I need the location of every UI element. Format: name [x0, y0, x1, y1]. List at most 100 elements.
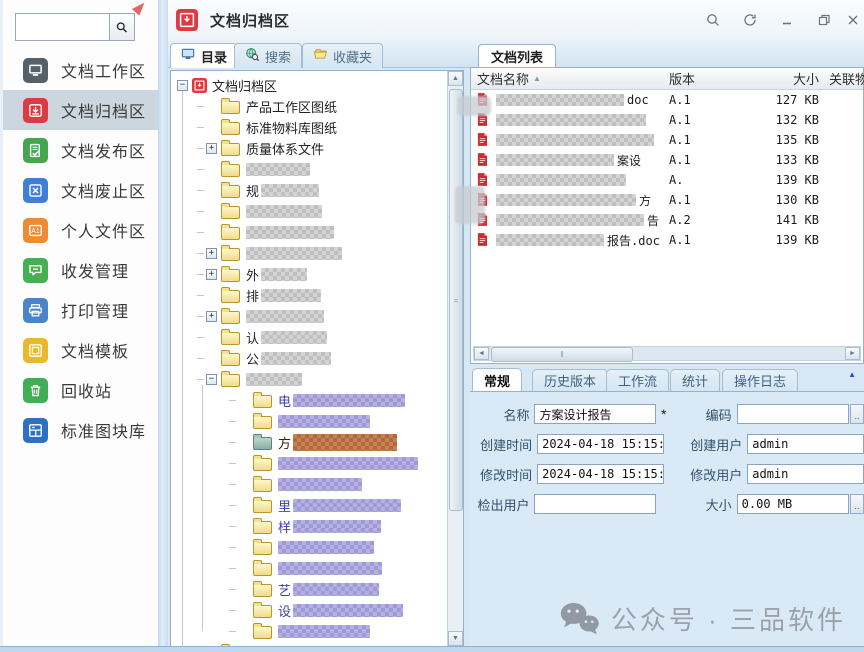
modified_user-input[interactable]: admin: [747, 464, 864, 484]
sidebar-item-template[interactable]: 文档模板: [3, 330, 161, 370]
sidebar-search-input[interactable]: [15, 13, 109, 41]
tree-node[interactable]: [171, 474, 447, 495]
table-row[interactable]: A.139 KB: [471, 170, 863, 190]
tree-expander-minus-icon[interactable]: −: [177, 80, 188, 91]
tree-node[interactable]: 排: [171, 285, 447, 306]
created_user-input[interactable]: admin: [747, 434, 864, 454]
list-horizontal-scrollbar[interactable]: ◄ ‖ ►: [473, 346, 861, 361]
tree-node-selected[interactable]: 方: [171, 432, 447, 453]
code-input[interactable]: [737, 404, 849, 424]
sidebar-item-sendrecv[interactable]: 收发管理: [3, 250, 161, 290]
details-tab-历史版本[interactable]: 历史版本: [532, 369, 608, 391]
window-divider: [158, 0, 168, 652]
tree-node[interactable]: +: [171, 306, 447, 327]
close-button[interactable]: [842, 6, 864, 34]
table-row[interactable]: 告A.2141 KB: [471, 210, 863, 230]
sidebar-item-archive[interactable]: 文档归档区: [3, 90, 161, 130]
tree-node[interactable]: +: [171, 243, 447, 264]
tab-search[interactable]: 搜索: [234, 43, 302, 68]
scrollbar-thumb[interactable]: ‖: [491, 347, 633, 362]
document-icon: [477, 133, 489, 147]
tree-node[interactable]: [171, 411, 447, 432]
tree-expander-plus-icon[interactable]: +: [206, 248, 217, 259]
sidebar-item-publish[interactable]: 文档发布区: [3, 130, 161, 170]
tree-node-label: 质量体系文件: [246, 139, 324, 158]
doc-size: 139 KB: [733, 173, 819, 187]
restore-button[interactable]: [805, 6, 842, 34]
table-row[interactable]: 报告.docA.1139 KB: [471, 230, 863, 250]
created_time-input[interactable]: 2024-04-18 15:15:14: [537, 434, 663, 454]
more-button[interactable]: ..: [850, 404, 864, 424]
tree-node-label: 里: [278, 496, 291, 515]
column-header-version[interactable]: 版本: [669, 69, 733, 88]
table-row[interactable]: A.1132 KB: [471, 110, 863, 130]
window-search-button[interactable]: [694, 6, 731, 34]
table-row[interactable]: 方A.1130 KB: [471, 190, 863, 210]
sidebar-search-button[interactable]: [109, 13, 135, 41]
details-tab-操作日志[interactable]: 操作日志: [722, 369, 798, 391]
scroll-down-button[interactable]: ▼: [448, 631, 463, 646]
tree-node[interactable]: 产品工作区图纸: [171, 96, 447, 117]
tree-node[interactable]: 里: [171, 495, 447, 516]
name-input[interactable]: 方案设计报告: [534, 404, 656, 424]
size-input[interactable]: 0.00 MB: [737, 494, 849, 514]
details-tab-常规[interactable]: 常规: [472, 368, 522, 391]
column-header-name[interactable]: 文档名称 ▲: [477, 69, 669, 88]
tree-expander-plus-icon[interactable]: +: [206, 143, 217, 154]
tree-node[interactable]: 公: [171, 348, 447, 369]
sidebar-item-revoke[interactable]: 文档废止区: [3, 170, 161, 210]
tree-node[interactable]: [171, 222, 447, 243]
tab-favorites[interactable]: 收藏夹: [302, 43, 383, 68]
tree-expander-plus-icon[interactable]: +: [206, 311, 217, 322]
tree-node[interactable]: [171, 537, 447, 558]
toolbar: 目录搜索收藏夹 文档列表: [168, 40, 864, 68]
details-tab-统计[interactable]: 统计: [670, 369, 720, 391]
folder-icon: [253, 521, 272, 534]
tree-node[interactable]: −: [171, 369, 447, 390]
more-button[interactable]: ..: [850, 494, 864, 514]
tree-node[interactable]: +外: [171, 264, 447, 285]
sidebar-item-personal[interactable]: A1个人文件区: [3, 210, 161, 250]
scroll-up-button[interactable]: ▲: [448, 71, 463, 86]
refresh-button[interactable]: [731, 6, 768, 34]
tree-vertical-scrollbar[interactable]: ▲ = ▼: [447, 71, 463, 646]
tree-node[interactable]: +: [171, 642, 447, 646]
tree-node[interactable]: −文档归档区: [171, 75, 447, 96]
tree-node[interactable]: [171, 201, 447, 222]
tree-node[interactable]: 设: [171, 600, 447, 621]
tree-node[interactable]: 艺: [171, 579, 447, 600]
tab-catalog[interactable]: 目录: [170, 43, 238, 68]
doc-version: A.1: [669, 153, 733, 167]
details-tab-工作流[interactable]: 工作流: [606, 369, 669, 391]
sidebar-item-workspace[interactable]: 文档工作区: [3, 50, 161, 90]
sidebar-item-print[interactable]: 打印管理: [3, 290, 161, 330]
column-header-size[interactable]: 大小: [733, 69, 819, 88]
sidebar-item-blocks[interactable]: 标准图块库: [3, 410, 161, 450]
column-header-assoc[interactable]: 关联物料: [819, 69, 864, 88]
tree-node[interactable]: + 质量体系文件: [171, 138, 447, 159]
scrollbar-thumb[interactable]: =: [449, 89, 463, 511]
scroll-left-button[interactable]: ◄: [474, 347, 489, 360]
tree-node[interactable]: 电: [171, 390, 447, 411]
sidebar-item-recycle[interactable]: 回收站: [3, 370, 161, 410]
checkout_user-input[interactable]: [534, 494, 656, 514]
modified_time-input[interactable]: 2024-04-18 15:15:14: [537, 464, 663, 484]
tree-node[interactable]: 标准物料库图纸: [171, 117, 447, 138]
collapse-panel-icon[interactable]: ▲: [848, 370, 856, 379]
table-row[interactable]: 案设A.1133 KB: [471, 150, 863, 170]
tab-document-list[interactable]: 文档列表: [478, 44, 556, 68]
tree-node[interactable]: [171, 159, 447, 180]
scroll-right-button[interactable]: ►: [845, 347, 860, 360]
tree-node[interactable]: [171, 621, 447, 642]
tree-node[interactable]: [171, 558, 447, 579]
table-row[interactable]: A.1135 KB: [471, 130, 863, 150]
tree-expander-minus-icon[interactable]: −: [206, 374, 217, 385]
tree-node[interactable]: [171, 453, 447, 474]
tree-node[interactable]: 样: [171, 516, 447, 537]
tree-node[interactable]: 规: [171, 180, 447, 201]
tree-node[interactable]: 认: [171, 327, 447, 348]
table-row[interactable]: docA.1127 KB: [471, 90, 863, 110]
minimize-button[interactable]: [768, 6, 805, 34]
form-row: 创建时间2024-04-18 15:15:14创建用户admin: [470, 434, 864, 454]
tree-expander-plus-icon[interactable]: +: [206, 269, 217, 280]
